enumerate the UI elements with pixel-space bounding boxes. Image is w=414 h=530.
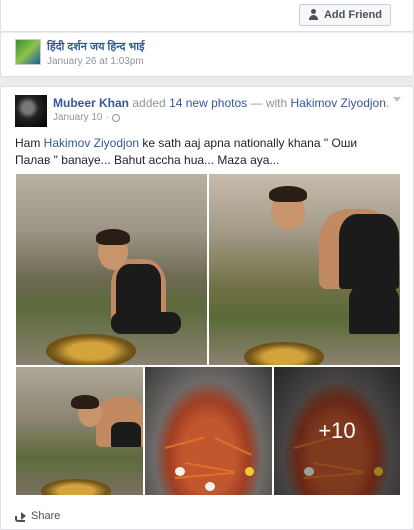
shorts — [349, 284, 399, 334]
author-avatar[interactable] — [15, 95, 47, 127]
message-text-pre: Ham — [15, 136, 44, 150]
story-timestamp[interactable]: January 26 at 1:03pm — [47, 56, 144, 67]
header-with: — with — [250, 96, 288, 110]
carrot-strip — [184, 462, 235, 473]
photo-4[interactable] — [144, 366, 273, 496]
photo-count-link[interactable]: 14 new photos — [169, 96, 247, 110]
add-friend-label: Add Friend — [323, 9, 382, 21]
post-message: Ham Hakimov Ziyodjon ke sath aaj apna na… — [15, 135, 395, 169]
carrot-strip — [214, 437, 252, 456]
share-button[interactable]: Share — [15, 510, 60, 522]
chevron-down-icon[interactable] — [393, 97, 401, 102]
cooking-pot — [41, 479, 111, 495]
photo-1[interactable] — [15, 173, 208, 366]
tank-top — [116, 264, 161, 319]
photo-5[interactable]: +10 — [273, 366, 401, 496]
cooking-pot — [46, 334, 136, 365]
shorts — [111, 312, 181, 334]
photo-3[interactable] — [15, 366, 144, 496]
story-title[interactable]: हिंदी दर्शन जय हिन्द भाई — [47, 39, 145, 54]
header-period: . — [385, 96, 390, 110]
garlic-clove — [205, 482, 215, 491]
garlic-clove — [175, 467, 185, 476]
profile-header-strip: Add Friend — [0, 0, 414, 32]
photo-2[interactable] — [208, 173, 401, 366]
post-header: Mubeer Khan added 14 new photos — with H… — [53, 96, 389, 110]
more-photos-overlay[interactable]: +10 — [274, 367, 400, 495]
tank-top — [339, 214, 399, 289]
tank-top — [111, 422, 141, 447]
share-icon — [15, 511, 27, 522]
tagged-friend-link[interactable]: Hakimov Ziyodjon — [291, 96, 386, 110]
add-friend-button[interactable]: Add Friend — [298, 4, 391, 26]
person-hair — [96, 229, 130, 245]
separator: · — [105, 112, 109, 123]
carrot-strip — [164, 436, 204, 449]
page-avatar[interactable] — [15, 39, 41, 65]
person-hair — [269, 186, 307, 202]
post-meta: January 10 · — [53, 112, 120, 123]
globe-icon[interactable] — [111, 113, 120, 122]
message-tag-link[interactable]: Hakimov Ziyodjon — [44, 136, 139, 150]
add-friend-icon — [308, 9, 320, 21]
post-timestamp[interactable]: January 10 — [53, 112, 102, 123]
more-photos-count: +10 — [318, 418, 356, 443]
story-card: हिंदी दर्शन जय हिन्द भाई January 26 at 1… — [0, 33, 414, 77]
header-verb: added — [132, 96, 166, 110]
author-name[interactable]: Mubeer Khan — [53, 96, 129, 110]
person-hair — [71, 395, 99, 409]
egg-yolk — [245, 467, 254, 476]
cooking-pot — [244, 342, 324, 365]
photo-post-card: Mubeer Khan added 14 new photos — with H… — [0, 86, 414, 530]
share-label: Share — [31, 510, 61, 522]
